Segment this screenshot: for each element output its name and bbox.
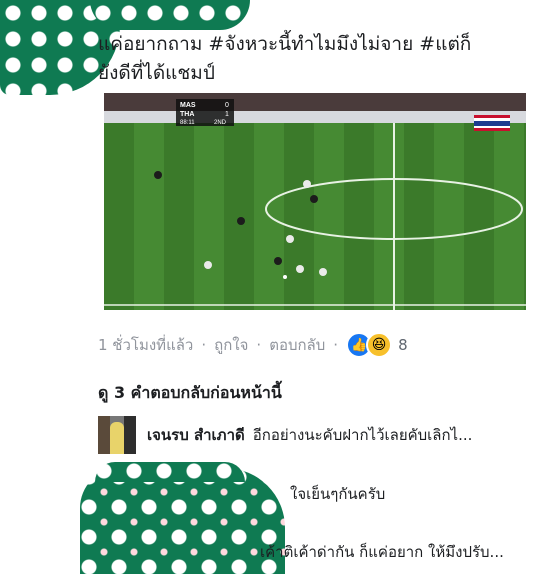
censor-sticker-bottom-top xyxy=(95,462,245,482)
football-pitch-image: MAS 0 THA 1 88:11 2ND xyxy=(104,93,526,310)
reply-author-name[interactable]: เจนรบ สำเภาดี xyxy=(147,423,245,447)
censor-sticker-bottom xyxy=(80,468,285,574)
score-value2: 1 xyxy=(225,111,229,118)
avatar[interactable] xyxy=(98,416,136,454)
haha-reaction-icon[interactable]: 😆 xyxy=(366,332,393,358)
separator-dot: · xyxy=(201,336,207,354)
reply-text: ใจเย็นๆกันครับ xyxy=(290,485,386,503)
censor-sticker-top-extension xyxy=(90,0,250,30)
timestamp[interactable]: 1 ชั่วโมงที่แล้ว xyxy=(98,333,193,357)
reply-item: เจนรบ สำเภาดี อีกอย่างนะคับฝากไว้เลยคับเ… xyxy=(98,416,472,454)
like-button[interactable]: ถูกใจ xyxy=(214,333,248,357)
reply-text: เค้าติเค้าด่ากัน ก็แค่อยาก ให้มึงปรับ... xyxy=(260,543,504,561)
match-half: 2ND xyxy=(214,120,227,126)
video-thumbnail[interactable]: MAS 0 THA 1 88:11 2ND xyxy=(104,93,526,310)
score-team2: THA xyxy=(180,111,194,118)
score-value1: 0 xyxy=(225,102,229,109)
hashtag-link[interactable]: #จังหวะนี้ทำไมมึงไม่จาย xyxy=(208,33,413,55)
hashtag-link[interactable]: #แต่ก็ xyxy=(413,33,471,55)
reaction-count[interactable]: 8 xyxy=(398,336,408,354)
reply-button[interactable]: ตอบกลับ xyxy=(269,333,325,357)
score-team1: MAS xyxy=(180,102,196,109)
comment-text-plain: แค่อยากถาม xyxy=(98,33,209,55)
comment-meta: 1 ชั่วโมงที่แล้ว · ถูกใจ · ตอบกลับ · 👍 😆… xyxy=(98,332,408,358)
separator-dot: · xyxy=(256,336,262,354)
view-previous-replies-link[interactable]: ดู 3 คำตอบกลับก่อนหน้านี้ xyxy=(98,381,282,406)
match-time: 88:11 xyxy=(180,120,195,126)
comment-text-line2: ยังดีที่ได้แชมป์ xyxy=(98,62,215,84)
comment-text: แค่อยากถาม #จังหวะนี้ทำไมมึงไม่จาย #แต่ก… xyxy=(98,30,538,88)
reply-text: อีกอย่างนะคับฝากไว้เลยคับเลิกไ... xyxy=(252,426,473,444)
separator-dot: · xyxy=(333,336,339,354)
